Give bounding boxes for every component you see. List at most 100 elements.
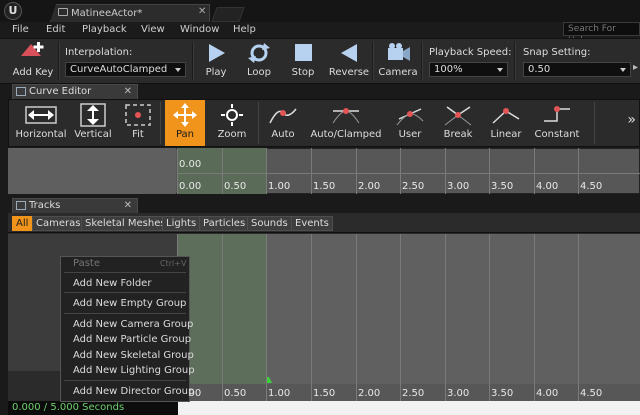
curve-zero-line xyxy=(177,173,640,174)
chevron-down-icon xyxy=(620,68,626,72)
horizontal-fit-button[interactable]: Horizontal xyxy=(14,100,68,146)
curve-editor-tab[interactable]: Curve Editor ✕ xyxy=(12,84,138,99)
main-toolbar xyxy=(0,38,640,84)
pan-button[interactable]: Pan xyxy=(165,100,205,146)
filter-all[interactable]: All xyxy=(12,216,33,231)
context-paste-shortcut: Ctrl+V xyxy=(160,259,187,268)
toolbar-overflow-icon[interactable]: ▸ xyxy=(633,62,638,73)
auto-tangent-button[interactable]: Auto xyxy=(264,100,302,146)
filter-sounds[interactable]: Sounds xyxy=(247,216,292,231)
playback-time-status: 0.000 / 5.000 Seconds xyxy=(8,401,178,415)
track-tick-label: 4.50 xyxy=(580,388,603,399)
context-paste[interactable]: Paste xyxy=(73,257,100,270)
filter-cameras[interactable]: Cameras xyxy=(32,216,85,231)
new-tab-button[interactable] xyxy=(211,7,245,22)
toolbar-separator xyxy=(58,42,60,80)
user-tangent-label: User xyxy=(398,129,422,140)
curve-tick-label: 3.50 xyxy=(491,181,514,192)
context-add-new-skeletal-group[interactable]: Add New Skeletal Group xyxy=(73,349,194,362)
stop-button[interactable]: Stop xyxy=(286,40,320,82)
context-add-new-camera-group[interactable]: Add New Camera Group xyxy=(73,318,193,331)
curve-tick-label: 0.50 xyxy=(224,181,247,192)
zoom-button[interactable]: Zoom xyxy=(212,100,252,146)
filter-particles[interactable]: Particles xyxy=(199,216,250,231)
context-add-new-folder[interactable]: Add New Folder xyxy=(73,277,151,290)
menu-help[interactable]: Help xyxy=(233,22,256,38)
matinee-icon xyxy=(58,8,68,16)
context-add-new-empty-group[interactable]: Add New Empty Group xyxy=(73,297,186,310)
auto-clamped-tangent-icon xyxy=(308,103,384,127)
close-tab-icon[interactable]: ✕ xyxy=(124,199,132,212)
curve-tick-label: 4.00 xyxy=(536,181,559,192)
curve-grid-line xyxy=(311,148,312,194)
user-tangent-icon xyxy=(390,103,430,127)
tracks-tab-icon xyxy=(16,201,26,210)
track-grid-line xyxy=(489,234,490,401)
curve-grid-line xyxy=(578,148,579,194)
menu-edit[interactable]: Edit xyxy=(46,22,65,38)
chevron-down-icon xyxy=(497,68,503,72)
filter-skeletal-meshes[interactable]: Skeletal Meshes xyxy=(81,216,170,231)
curve-label-column xyxy=(8,148,176,194)
context-add-new-particle-group[interactable]: Add New Particle Group xyxy=(73,333,191,346)
curve-grid-line xyxy=(222,148,223,194)
snap-setting-dropdown[interactable]: 0.50 xyxy=(523,62,631,77)
loop-button[interactable]: Loop xyxy=(243,40,275,82)
play-button[interactable]: Play xyxy=(200,40,232,82)
menu-view[interactable]: View xyxy=(141,22,165,38)
track-grid-line xyxy=(578,234,579,401)
add-key-label: Add Key xyxy=(12,67,54,78)
curve-grid-line xyxy=(534,148,535,194)
document-tab[interactable]: MatineeActor* xyxy=(50,4,210,22)
context-add-new-lighting-group[interactable]: Add New Lighting Group xyxy=(73,364,195,377)
break-tangent-button[interactable]: Break xyxy=(436,100,480,146)
reverse-button[interactable]: Reverse xyxy=(328,40,370,82)
track-tick-label: 3.00 xyxy=(447,388,470,399)
filter-events[interactable]: Events xyxy=(291,216,333,231)
add-key-button[interactable]: Add Key xyxy=(10,40,56,82)
toolbar-separator xyxy=(160,102,161,144)
auto-clamped-tangent-button[interactable]: Auto/Clamped xyxy=(308,100,384,146)
snap-setting-value: 0.50 xyxy=(528,64,551,75)
constant-tangent-icon xyxy=(532,103,582,127)
menu-playback[interactable]: Playback xyxy=(82,22,127,38)
search-help-input[interactable]: Search For Help xyxy=(563,22,640,46)
curve-tick-label: 1.50 xyxy=(313,181,336,192)
fit-button[interactable]: Fit xyxy=(120,100,156,146)
track-grid-line xyxy=(311,234,312,401)
close-tab-icon[interactable]: ✕ xyxy=(124,85,132,98)
reverse-icon xyxy=(328,42,370,64)
camera-button[interactable]: Camera xyxy=(378,40,418,82)
vertical-fit-button[interactable]: Vertical xyxy=(72,100,114,146)
context-add-new-director-group[interactable]: Add New Director Group xyxy=(73,385,194,398)
constant-tangent-label: Constant xyxy=(534,129,580,140)
menu-divider xyxy=(64,292,186,293)
user-tangent-button[interactable]: User xyxy=(390,100,430,146)
linear-tangent-button[interactable]: Linear xyxy=(486,100,526,146)
playback-speed-label: Playback Speed: xyxy=(429,47,512,58)
pan-label: Pan xyxy=(175,129,195,140)
stop-label: Stop xyxy=(291,67,315,78)
break-tangent-icon xyxy=(436,103,480,127)
track-tick-label: 4.00 xyxy=(536,388,559,399)
playback-speed-dropdown[interactable]: 100% xyxy=(429,62,508,77)
toolbar-separator xyxy=(421,42,423,80)
loop-label: Loop xyxy=(247,67,271,78)
menu-file[interactable]: File xyxy=(12,22,29,38)
chevron-down-icon xyxy=(175,68,181,72)
close-tab-icon[interactable]: ✕ xyxy=(198,6,206,17)
track-tick-label: 3.50 xyxy=(491,388,514,399)
curve-toolbar-overflow-icon[interactable]: » xyxy=(627,112,636,128)
interpolation-dropdown[interactable]: CurveAutoClamped xyxy=(65,62,186,77)
track-grid-line xyxy=(534,234,535,401)
unreal-logo-icon: U xyxy=(4,2,22,20)
track-tick-label: 2.50 xyxy=(402,388,425,399)
zoom-icon xyxy=(212,103,252,127)
snap-setting-label: Snap Setting: xyxy=(523,47,591,58)
constant-tangent-button[interactable]: Constant xyxy=(532,100,582,146)
track-grid-line xyxy=(356,234,357,401)
track-scrollbar[interactable] xyxy=(178,401,640,415)
menu-window[interactable]: Window xyxy=(180,22,219,38)
filter-lights[interactable]: Lights xyxy=(162,216,201,231)
tracks-tab[interactable]: Tracks ✕ xyxy=(12,198,138,213)
